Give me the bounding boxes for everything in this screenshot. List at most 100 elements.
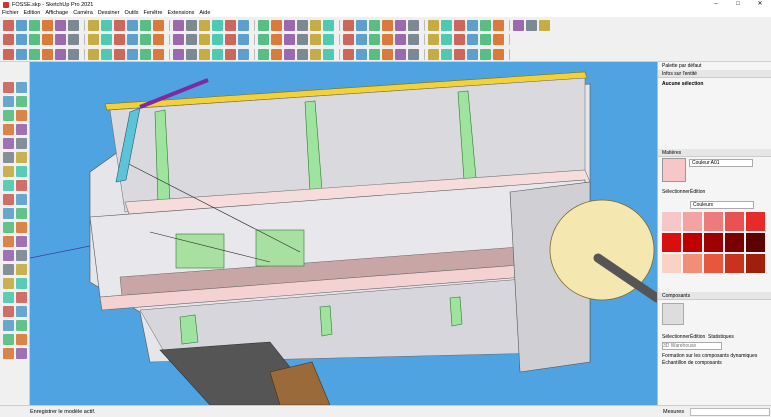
dimension-icon[interactable] xyxy=(68,48,79,60)
shape-icon[interactable] xyxy=(428,33,439,45)
material-swatch[interactable] xyxy=(746,233,765,252)
minimize-button[interactable]: – xyxy=(705,0,727,9)
orbit-icon[interactable] xyxy=(3,264,14,275)
cursor-icon[interactable] xyxy=(395,20,406,31)
camera-icon[interactable] xyxy=(297,48,308,60)
camera-icon[interactable] xyxy=(467,48,478,60)
text-icon[interactable] xyxy=(3,236,14,247)
dimension-icon[interactable] xyxy=(3,348,14,359)
lookaround-icon[interactable] xyxy=(323,48,334,60)
orbit-icon[interactable] xyxy=(16,264,27,275)
ruler-icon[interactable] xyxy=(225,20,236,31)
menu-outils[interactable]: Outils xyxy=(124,10,138,16)
move-icon[interactable] xyxy=(454,20,465,31)
axes-icon[interactable] xyxy=(3,334,14,345)
search-icon[interactable] xyxy=(3,20,14,31)
menu-fichier[interactable]: Fichier xyxy=(2,10,19,16)
material-swatch[interactable] xyxy=(725,212,744,231)
pencil-icon[interactable] xyxy=(480,33,491,45)
arc-icon[interactable] xyxy=(199,48,210,60)
move-icon[interactable] xyxy=(3,180,14,191)
zoom-icon[interactable] xyxy=(310,20,321,31)
components-tab-edit[interactable]: Édition xyxy=(690,334,705,340)
circle-icon[interactable] xyxy=(16,48,27,60)
walk-icon[interactable] xyxy=(480,48,491,60)
axes-icon[interactable] xyxy=(271,48,282,60)
paint-bucket-icon[interactable] xyxy=(284,33,295,45)
material-name-field[interactable]: Couleur A01 xyxy=(689,159,753,167)
arc-icon[interactable] xyxy=(3,124,14,135)
paint-icon[interactable] xyxy=(3,250,14,261)
tape-icon[interactable] xyxy=(238,20,249,31)
eraser-icon[interactable] xyxy=(16,96,27,107)
section-icon[interactable] xyxy=(114,48,125,60)
circle-icon[interactable] xyxy=(186,48,197,60)
material-swatch[interactable] xyxy=(725,254,744,273)
menu-aide[interactable]: Aide xyxy=(199,10,210,16)
line-icon[interactable] xyxy=(343,48,354,60)
select-icon[interactable] xyxy=(16,82,27,93)
protractor-icon[interactable] xyxy=(88,48,99,60)
push-icon[interactable] xyxy=(101,33,112,45)
paint-icon[interactable] xyxy=(428,20,439,31)
freehand-icon[interactable] xyxy=(55,48,66,60)
scale-icon[interactable] xyxy=(212,20,223,31)
material-swatch[interactable] xyxy=(746,212,765,231)
box-icon[interactable] xyxy=(284,20,295,31)
rectangle-icon[interactable] xyxy=(16,138,27,149)
rectangle-icon[interactable] xyxy=(3,138,14,149)
pencil-icon[interactable] xyxy=(140,33,151,45)
freehand-icon[interactable] xyxy=(225,48,236,60)
material-swatch[interactable] xyxy=(704,212,723,231)
material-swatch[interactable] xyxy=(704,254,723,273)
close-button[interactable]: ✕ xyxy=(749,0,771,9)
eraser-icon[interactable] xyxy=(408,20,419,31)
arc-icon[interactable] xyxy=(16,124,27,135)
cursor-icon[interactable] xyxy=(101,20,112,31)
polygon-icon[interactable] xyxy=(42,48,53,60)
arc-icon[interactable] xyxy=(29,48,40,60)
mirror-icon[interactable] xyxy=(55,33,66,45)
circle-icon[interactable] xyxy=(16,152,27,163)
circle-icon[interactable] xyxy=(3,152,14,163)
axes-icon[interactable] xyxy=(16,334,27,345)
circle-icon[interactable] xyxy=(356,48,367,60)
menu-dessiner[interactable]: Dessiner xyxy=(98,10,120,16)
cube-icon[interactable] xyxy=(238,33,249,45)
wave-icon[interactable] xyxy=(42,33,53,45)
section-icon[interactable] xyxy=(16,320,27,331)
dimension-icon[interactable] xyxy=(238,48,249,60)
zoom-icon[interactable] xyxy=(3,292,14,303)
line-icon[interactable] xyxy=(3,33,14,45)
folder-icon[interactable] xyxy=(343,20,354,31)
undo-icon[interactable] xyxy=(356,20,367,31)
materials-tab-edit[interactable]: Édition xyxy=(690,189,705,195)
walk-icon[interactable] xyxy=(310,48,321,60)
measurements-input[interactable] xyxy=(690,408,770,416)
text-icon[interactable] xyxy=(16,236,27,247)
push-icon[interactable] xyxy=(271,33,282,45)
select-icon[interactable] xyxy=(3,82,14,93)
pencil-icon[interactable] xyxy=(493,20,504,31)
window-icon[interactable] xyxy=(467,33,478,45)
rectangle-icon[interactable] xyxy=(186,20,197,31)
line-icon[interactable] xyxy=(3,48,14,60)
curve-icon[interactable] xyxy=(29,33,40,45)
lasso-icon[interactable] xyxy=(140,20,151,31)
cube-icon[interactable] xyxy=(68,33,79,45)
walk-icon[interactable] xyxy=(3,306,14,317)
arc-icon[interactable] xyxy=(369,48,380,60)
text-icon[interactable] xyxy=(258,20,269,31)
paint-bucket-icon[interactable] xyxy=(114,33,125,45)
pan-icon[interactable] xyxy=(3,278,14,289)
protractor-icon[interactable] xyxy=(428,48,439,60)
freehand-icon[interactable] xyxy=(395,48,406,60)
arc-icon[interactable] xyxy=(186,33,197,45)
material-swatch[interactable] xyxy=(683,212,702,231)
trash-icon[interactable] xyxy=(153,33,164,45)
menu-extensions[interactable]: Extensions xyxy=(167,10,194,16)
warehouse-search-input[interactable] xyxy=(662,342,722,350)
mirror-icon[interactable] xyxy=(225,33,236,45)
ruler-icon[interactable] xyxy=(526,20,537,31)
polygon-icon[interactable] xyxy=(382,48,393,60)
